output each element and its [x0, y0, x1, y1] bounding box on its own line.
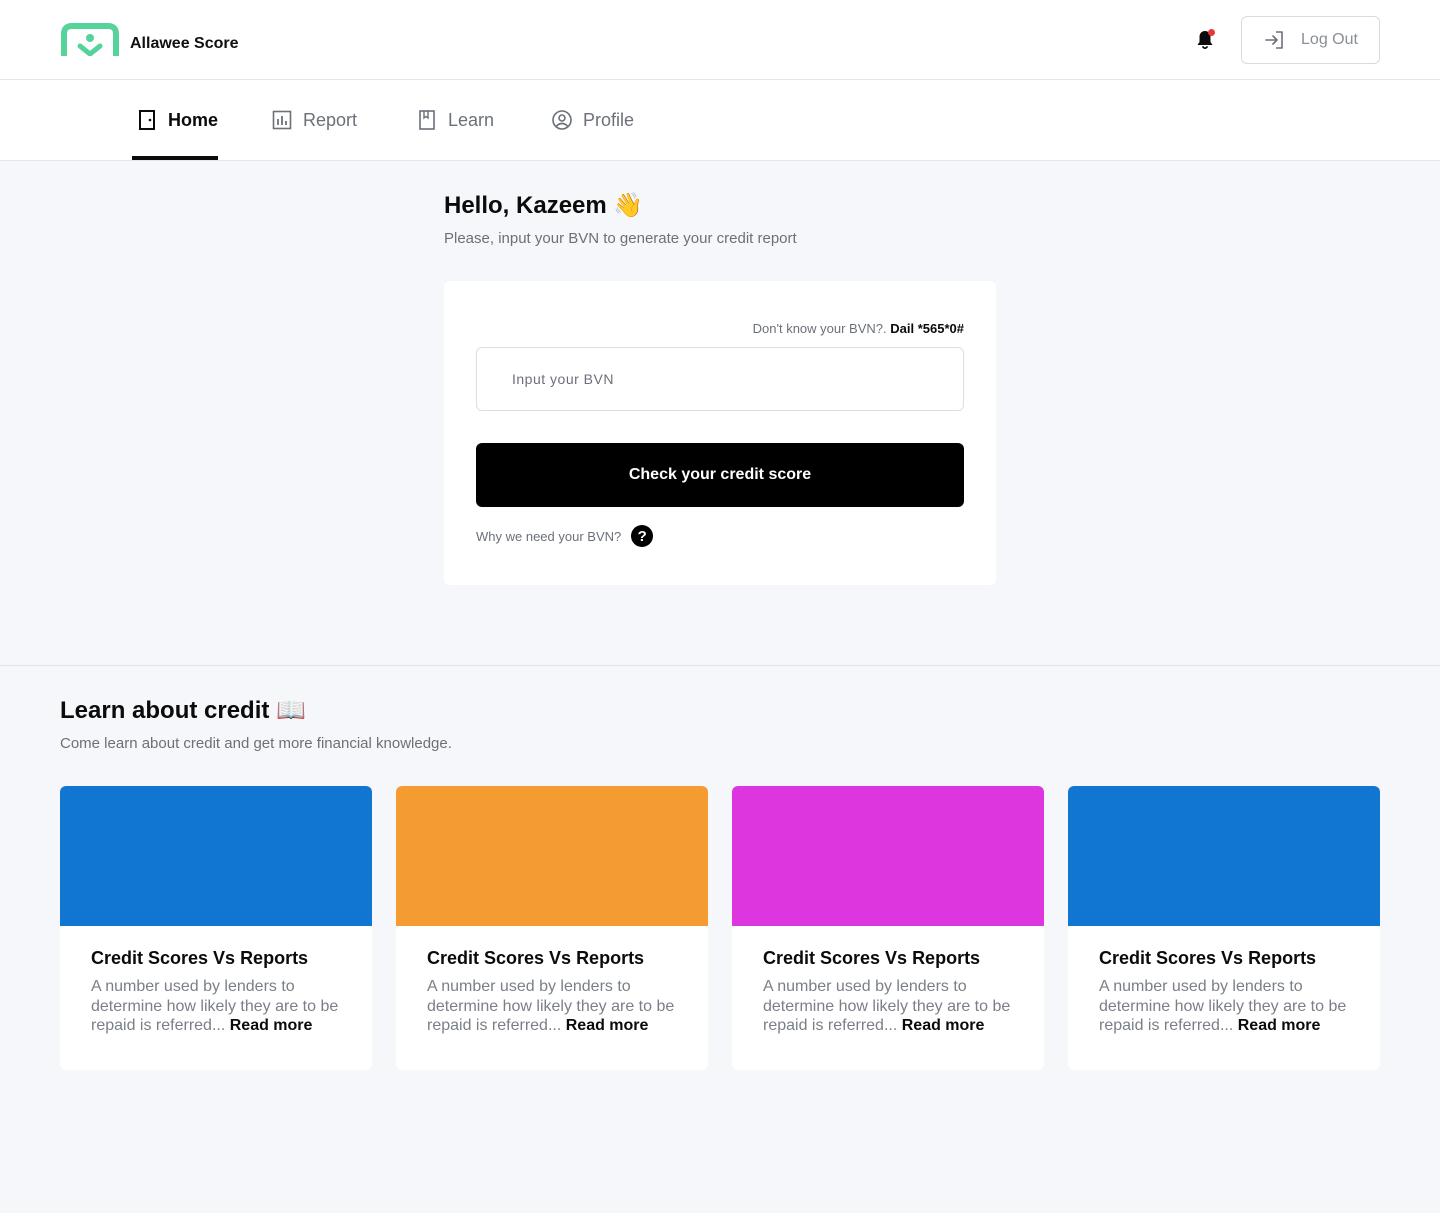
- check-credit-score-button[interactable]: Check your credit score: [476, 443, 964, 507]
- tab-learn-label: Learn: [448, 109, 495, 130]
- read-more-link[interactable]: Read more: [230, 1017, 313, 1034]
- book-icon: [419, 110, 435, 130]
- tab-profile-label: Profile: [583, 109, 635, 130]
- card-text: A number used by lenders to determine ho…: [1099, 977, 1350, 1036]
- learn-section-title: Learn about credit 📖: [60, 697, 306, 724]
- notification-dot: [1208, 29, 1215, 36]
- read-more-link[interactable]: Read more: [1238, 1017, 1321, 1034]
- logout-icon: [1265, 31, 1283, 49]
- why-bvn-text: Why we need your BVN?: [476, 528, 622, 544]
- bvn-hint: Don't know your BVN?. Dail *565*0#: [753, 321, 964, 336]
- read-more-link[interactable]: Read more: [902, 1017, 985, 1034]
- logout-button[interactable]: Log Out: [1241, 16, 1380, 64]
- why-bvn-row: Why we need your BVN? ?: [476, 525, 654, 547]
- card-title: Credit Scores Vs Reports: [91, 948, 309, 968]
- tab-profile[interactable]: Profile: [551, 80, 634, 160]
- bvn-hint-text: Don't know your BVN?.: [752, 321, 887, 336]
- notification-bell-icon[interactable]: [1193, 28, 1217, 52]
- chart-icon: [272, 110, 292, 130]
- bvn-input[interactable]: [476, 347, 964, 411]
- tab-home[interactable]: Home: [131, 80, 219, 160]
- brand-name: Allawee Score: [130, 35, 239, 52]
- question-mark-icon[interactable]: ?: [631, 525, 654, 547]
- top-bar: Allawee Score Log Out: [0, 0, 1440, 80]
- card-text: A number used by lenders to determine ho…: [427, 977, 678, 1036]
- learn-card[interactable]: Credit Scores Vs Reports A number used b…: [396, 786, 708, 1070]
- user-circle-icon: [552, 110, 572, 130]
- learn-card[interactable]: Credit Scores Vs Reports A number used b…: [60, 786, 372, 1070]
- door-icon: [139, 110, 155, 130]
- learn-card[interactable]: Credit Scores Vs Reports A number used b…: [732, 786, 1044, 1070]
- card-title: Credit Scores Vs Reports: [427, 948, 645, 968]
- card-banner: [732, 786, 1044, 926]
- greeting-title: Hello, Kazeem 👋: [444, 192, 644, 219]
- card-title: Credit Scores Vs Reports: [763, 948, 981, 968]
- tab-home-label: Home: [168, 109, 219, 130]
- card-banner: [60, 786, 372, 926]
- card-text: A number used by lenders to determine ho…: [763, 977, 1014, 1036]
- bvn-ussd-code: Dail *565*0#: [890, 321, 964, 336]
- logout-label: Log Out: [1301, 31, 1358, 48]
- tab-report[interactable]: Report: [271, 80, 357, 160]
- card-text: A number used by lenders to determine ho…: [91, 977, 342, 1036]
- card-banner: [396, 786, 708, 926]
- allawee-logo-icon: [61, 23, 119, 56]
- learn-section-subtitle: Come learn about credit and get more fin…: [60, 735, 452, 752]
- tab-report-label: Report: [303, 109, 358, 130]
- card-banner: [1068, 786, 1380, 926]
- learn-card[interactable]: Credit Scores Vs Reports A number used b…: [1068, 786, 1380, 1070]
- main-nav: Home Report Learn Profile: [0, 80, 1440, 161]
- bvn-card: Don't know your BVN?. Dail *565*0# Check…: [444, 281, 996, 585]
- tab-learn[interactable]: Learn: [416, 80, 494, 160]
- learn-cards: Credit Scores Vs Reports A number used b…: [60, 786, 1380, 1070]
- section-divider: [0, 665, 1440, 666]
- greeting-subtitle: Please, input your BVN to generate your …: [444, 230, 797, 247]
- card-title: Credit Scores Vs Reports: [1099, 948, 1317, 968]
- brand[interactable]: Allawee Score: [60, 22, 239, 56]
- read-more-link[interactable]: Read more: [566, 1017, 649, 1034]
